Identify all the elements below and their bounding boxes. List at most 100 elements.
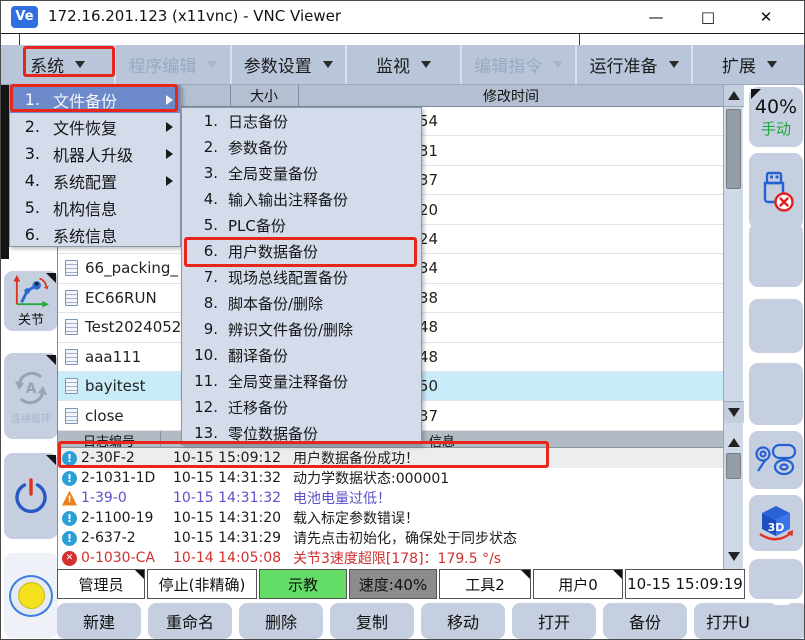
move-button[interactable]: 移动 <box>421 603 505 639</box>
menu-extension[interactable]: 扩展 <box>691 45 805 84</box>
manual-mode-label: 手动 <box>761 118 791 139</box>
info-icon <box>62 531 77 546</box>
submenu-item-parameter-backup[interactable]: 2.参数备份 <box>182 134 421 160</box>
right-blank-button-2[interactable] <box>749 299 803 353</box>
cube-3d-icon: 3D <box>754 501 798 545</box>
submenu-arrow-icon <box>166 176 173 186</box>
corner-triangle-icon <box>613 570 622 579</box>
copy-button[interactable]: 复制 <box>330 603 414 639</box>
log-scrollbar[interactable] <box>723 431 743 569</box>
right-blank-button-5[interactable] <box>749 605 803 640</box>
speed-mode-button[interactable]: 40% 手动 <box>749 87 803 147</box>
open-button[interactable]: 打开 <box>512 603 596 639</box>
maximize-button[interactable]: □ <box>690 5 726 29</box>
submenu-item-fieldbus-config-backup[interactable]: 7.现场总线配置备份 <box>182 264 421 290</box>
status-teach-mode[interactable]: 示教 <box>259 569 347 599</box>
power-button[interactable] <box>4 453 58 539</box>
scroll-down-button[interactable] <box>724 547 744 565</box>
continuous-loop-button[interactable]: A 连续循环 <box>4 353 58 439</box>
submenu-item-migration-backup[interactable]: 12.迁移备份 <box>182 394 421 420</box>
chevron-down-icon <box>421 61 431 68</box>
chevron-down-icon <box>553 61 563 68</box>
view-3d-button[interactable]: 3D <box>749 495 803 551</box>
status-user-frame[interactable]: 用户0 <box>533 569 623 599</box>
submenu-item-global-var-comment-backup[interactable]: 11.全局变量注释备份 <box>182 368 421 394</box>
info-icon <box>62 511 77 526</box>
status-datetime: 10-15 15:09:19 <box>625 569 745 599</box>
log-row[interactable]: 1-39-0 10-15 14:31:32 电池电量过低！ <box>58 488 724 508</box>
status-bar: 管理员 停止(非精确) 示教 速度:40% 工具2 用户0 10-15 15:0… <box>57 569 745 599</box>
submenu-item-identify-file-backup-delete[interactable]: 9.辨识文件备份/删除 <box>182 316 421 342</box>
status-tool[interactable]: 工具2 <box>439 569 531 599</box>
log-row[interactable]: 2-637-2 10-15 14:31:29 请先点击初始化，确保处于同步状态 <box>58 528 724 548</box>
joint-mode-label: 关节 <box>18 309 44 328</box>
column-header-size[interactable]: 大小 <box>230 86 298 106</box>
vnc-logo-icon: Ve <box>11 6 38 28</box>
menu-item-mechanism-info[interactable]: 5.机构信息 <box>10 194 180 221</box>
file-list-scrollbar[interactable] <box>723 85 743 431</box>
power-icon <box>11 476 51 516</box>
document-icon <box>65 290 78 306</box>
log-row[interactable]: 0-1030-CA 10-14 14:05:08 关节3速度超限[178]：17… <box>58 548 724 568</box>
tab-edge-right <box>579 34 580 45</box>
menu-edit-instruction: 编辑指令 <box>460 45 575 84</box>
submenu-item-translation-backup[interactable]: 10.翻译备份 <box>182 342 421 368</box>
column-header-modified[interactable]: 修改时间 <box>298 86 724 106</box>
action-bar: 新建 重命名 删除 复制 移动 打开 备份 打开U盘 <box>57 603 805 639</box>
joint-mode-button[interactable]: 关节 <box>4 271 58 331</box>
backup-button[interactable]: 备份 <box>603 603 687 639</box>
scroll-up-button[interactable] <box>724 85 744 107</box>
log-row[interactable]: 2-30F-2 10-15 15:09:12 用户数据备份成功！ <box>58 448 724 468</box>
submenu-item-global-var-backup[interactable]: 3.全局变量备份 <box>182 160 421 186</box>
submenu-item-log-backup[interactable]: 1.日志备份 <box>182 108 421 134</box>
new-button[interactable]: 新建 <box>57 603 141 639</box>
submenu-arrow-icon <box>166 122 173 132</box>
usb-status-button[interactable] <box>749 153 803 229</box>
drag-teach-button[interactable] <box>749 431 803 489</box>
corner-triangle-icon <box>521 570 530 579</box>
rename-button[interactable]: 重命名 <box>148 603 232 639</box>
submenu-item-script-backup-delete[interactable]: 8.脚本备份/删除 <box>182 290 421 316</box>
right-blank-button-1[interactable] <box>749 223 803 287</box>
menu-run-prepare[interactable]: 运行准备 <box>575 45 690 84</box>
status-run-state[interactable]: 停止(非精确) <box>147 569 257 599</box>
delete-button[interactable]: 删除 <box>239 603 323 639</box>
corner-triangle-icon <box>135 570 144 579</box>
submenu-item-zero-data-backup[interactable]: 13.零位数据备份 <box>182 420 421 446</box>
menu-item-system-info[interactable]: 6.系统信息 <box>10 221 180 248</box>
submenu-item-user-data-backup[interactable]: 6.用户数据备份 <box>182 238 421 264</box>
status-user-level[interactable]: 管理员 <box>57 569 145 599</box>
scroll-up-button[interactable] <box>724 433 744 451</box>
status-speed[interactable]: 速度:40% <box>349 569 437 599</box>
hand-controller-icon <box>752 440 800 480</box>
enable-button[interactable] <box>4 553 58 638</box>
document-icon <box>65 260 78 276</box>
scrollbar-thumb[interactable] <box>726 453 741 479</box>
menu-parameter-settings[interactable]: 参数设置 <box>230 45 345 84</box>
close-button[interactable]: ✕ <box>748 5 784 29</box>
usb-disconnected-icon <box>757 169 795 213</box>
menu-item-system-config[interactable]: 4.系统配置 <box>10 167 180 194</box>
enable-yellow-icon <box>18 582 45 609</box>
menu-item-robot-upgrade[interactable]: 3.机器人升级 <box>10 140 180 167</box>
minimize-button[interactable]: — <box>638 5 674 29</box>
system-menu-dropdown: 1.文件备份 2.文件恢复 3.机器人升级 4.系统配置 5.机构信息 6.系统… <box>9 85 181 247</box>
scrollbar-thumb[interactable] <box>726 109 741 189</box>
submenu-arrow-icon <box>166 149 173 159</box>
left-dark-strip <box>1 85 9 259</box>
log-row[interactable]: 2-1031-1D 10-15 14:31:32 动力学数据状态:000001 <box>58 468 724 488</box>
submenu-item-plc-backup[interactable]: 5.PLC备份 <box>182 212 421 238</box>
submenu-item-io-comment-backup[interactable]: 4.输入输出注释备份 <box>182 186 421 212</box>
scroll-down-button[interactable] <box>724 401 744 423</box>
menu-monitor[interactable]: 监视 <box>345 45 460 84</box>
menu-program-edit: 程序编辑 <box>114 45 229 84</box>
menu-system[interactable]: 系统 <box>1 45 114 84</box>
right-blank-button-3[interactable] <box>749 363 803 425</box>
right-blank-button-4[interactable] <box>749 559 803 599</box>
menu-item-file-backup[interactable]: 1.文件备份 <box>10 86 180 113</box>
title-bar: Ve 172.16.201.123 (x11vnc) - VNC Viewer … <box>1 1 805 34</box>
menu-item-file-restore[interactable]: 2.文件恢复 <box>10 113 180 140</box>
log-panel: 日志编号 信息 2-30F-2 10-15 15:09:12 用户数据备份成功！… <box>57 431 723 569</box>
log-row[interactable]: 2-1100-19 10-15 14:31:20 载入标定参数错误！ <box>58 508 724 528</box>
corner-triangle-icon <box>751 89 761 99</box>
